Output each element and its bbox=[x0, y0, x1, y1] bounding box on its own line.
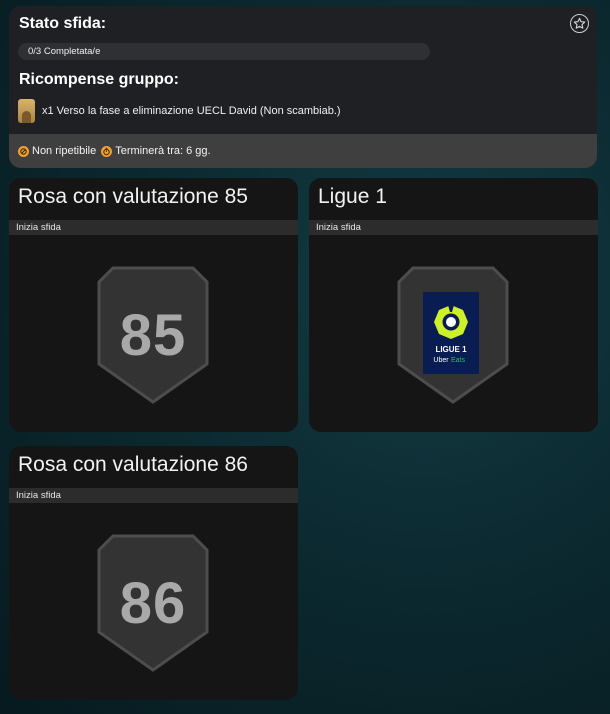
challenge-card-ligue1[interactable]: Ligue 1 Inizia sfida LIGUE 1 Uber Eats bbox=[309, 178, 598, 432]
logo-text-uber: Uber bbox=[433, 357, 449, 364]
not-repeatable-info: Non ripetibile bbox=[18, 145, 96, 157]
time-remaining-label: Terminerà tra: 6 gg. bbox=[115, 145, 211, 157]
progress-bar: 0/3 Completata/e bbox=[18, 43, 430, 60]
progress-label: 0/3 Completata/e bbox=[28, 46, 101, 57]
card-title: Rosa con valutazione 86 bbox=[18, 453, 248, 476]
time-remaining-info: Terminerà tra: 6 gg. bbox=[101, 145, 211, 157]
card-title: Rosa con valutazione 85 bbox=[18, 185, 248, 208]
stopwatch-icon bbox=[101, 145, 113, 157]
challenge-info-bar: Non ripetibile Terminerà tra: 6 gg. bbox=[9, 134, 597, 168]
reward-text: x1 Verso la fase a eliminazione UECL Dav… bbox=[42, 105, 341, 117]
no-repeat-icon bbox=[18, 145, 29, 157]
challenge-card-rating-86[interactable]: Rosa con valutazione 86 Inizia sfida 86 bbox=[9, 446, 298, 700]
rating-badge-85: 85 bbox=[97, 266, 209, 404]
challenge-status-panel: Stato sfida: 0/3 Completata/e Ricompense… bbox=[9, 6, 597, 168]
rating-badge-86: 86 bbox=[97, 534, 209, 672]
rewards-title: Ricompense gruppo: bbox=[19, 71, 180, 88]
rating-number: 85 bbox=[119, 302, 187, 368]
card-title: Ligue 1 bbox=[318, 185, 387, 208]
status-title: Stato sfida: bbox=[19, 15, 107, 32]
ligue1-logo: LIGUE 1 Uber Eats bbox=[423, 292, 479, 374]
league-badge: LIGUE 1 Uber Eats bbox=[397, 266, 509, 404]
reward-item: x1 Verso la fase a eliminazione UECL Dav… bbox=[18, 99, 341, 123]
logo-text-ligue: LIGUE 1 bbox=[435, 345, 467, 354]
start-challenge-label[interactable]: Inizia sfida bbox=[9, 488, 298, 503]
logo-text-eats: Eats bbox=[451, 357, 466, 364]
player-card-icon bbox=[18, 99, 35, 123]
not-repeatable-label: Non ripetibile bbox=[32, 145, 97, 157]
star-icon bbox=[573, 17, 586, 29]
start-challenge-label[interactable]: Inizia sfida bbox=[309, 220, 598, 235]
favorite-star-button[interactable] bbox=[570, 14, 589, 33]
start-challenge-label[interactable]: Inizia sfida bbox=[9, 220, 298, 235]
challenge-card-rating-85[interactable]: Rosa con valutazione 85 Inizia sfida 85 bbox=[9, 178, 298, 432]
rating-number: 86 bbox=[119, 570, 187, 636]
